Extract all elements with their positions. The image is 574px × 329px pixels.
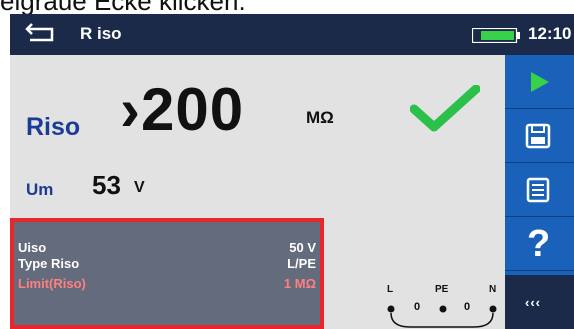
param-value: L/PE <box>287 256 316 271</box>
play-icon <box>531 72 549 92</box>
screen-title: R iso <box>80 24 122 43</box>
measurement-panel: Riso ›200 MΩ Um 53 V Uiso 50 V Type Riso… <box>10 55 505 329</box>
help-button[interactable]: ? <box>505 217 574 271</box>
clock: 12:10 <box>528 24 572 43</box>
terminal-label-l: L <box>387 284 394 295</box>
more-button[interactable]: ‹‹‹ <box>505 275 574 329</box>
param-row-uiso[interactable]: Uiso 50 V <box>18 240 316 256</box>
list-button[interactable] <box>505 163 574 217</box>
riso-unit: MΩ <box>306 108 334 127</box>
param-label: Uiso <box>18 240 47 255</box>
param-label: Limit(Riso) <box>18 276 86 291</box>
param-row-limit-riso[interactable]: Limit(Riso) 1 MΩ <box>18 276 316 292</box>
um-label: Um <box>26 180 54 199</box>
riso-value: ›200 <box>120 76 245 143</box>
riso-label: Riso <box>26 113 81 141</box>
save-icon <box>525 123 551 149</box>
param-value: 50 V <box>289 240 316 255</box>
help-icon: ? <box>527 223 551 265</box>
parameter-box[interactable]: Uiso 50 V Type Riso L/PE Limit(Riso) 1 M… <box>10 218 324 329</box>
save-button[interactable] <box>505 109 574 163</box>
param-row-type-riso[interactable]: Type Riso L/PE <box>18 256 316 272</box>
terminal-label-n: N <box>489 284 497 295</box>
param-label: Type Riso <box>18 256 80 271</box>
um-unit: V <box>134 179 145 196</box>
title-bar: R iso 12:10 <box>10 14 574 55</box>
um-value: 53 <box>92 170 121 200</box>
dot-label: 0 <box>464 301 471 313</box>
battery-icon <box>471 27 520 44</box>
check-icon <box>409 84 481 133</box>
more-icon: ‹‹‹ <box>525 295 541 310</box>
back-arrow-icon[interactable] <box>24 20 58 44</box>
terminal-label-pe: PE <box>435 284 449 295</box>
param-value: 1 MΩ <box>283 276 316 291</box>
sidebar: ? ‹‹‹ <box>505 55 574 329</box>
terminal-diagram: L PE N 0 0 <box>380 281 500 329</box>
dot-label: 0 <box>414 301 421 313</box>
list-icon <box>526 177 550 203</box>
start-button[interactable] <box>505 55 574 109</box>
